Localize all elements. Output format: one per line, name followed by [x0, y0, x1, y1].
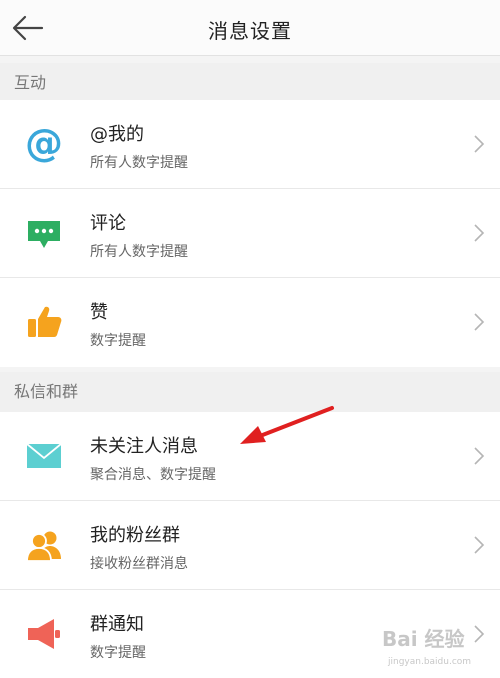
message-settings-screen: 消息设置 互动 @ @我的 所有人数字提醒 评论 所有人数字提醒 赞 数字提醒 …	[0, 0, 500, 678]
page-title: 消息设置	[208, 19, 292, 43]
settings-row-group-notifications[interactable]: 群通知 数字提醒	[0, 590, 500, 678]
section-header-interaction: 互动	[0, 63, 500, 103]
section-header-messages-groups: 私信和群	[0, 372, 500, 412]
row-subtitle: 数字提醒	[90, 333, 146, 349]
row-label: 群通知	[90, 614, 144, 635]
chevron-right-icon	[474, 536, 485, 554]
chevron-right-icon	[474, 135, 485, 153]
row-subtitle: 聚合消息、数字提醒	[90, 467, 216, 483]
svg-text:@: @	[25, 124, 63, 164]
row-label: 未关注人消息	[90, 436, 198, 457]
chevron-right-icon	[474, 224, 485, 242]
row-label: 评论	[90, 213, 126, 234]
top-bar: 消息设置	[0, 0, 500, 56]
settings-row-fan-groups[interactable]: 我的粉丝群 接收粉丝群消息	[0, 501, 500, 590]
row-label: 我的粉丝群	[90, 525, 180, 546]
row-label: 赞	[90, 302, 108, 323]
row-subtitle: 所有人数字提醒	[90, 244, 188, 260]
chevron-right-icon	[474, 625, 485, 643]
row-label: @我的	[90, 124, 144, 145]
settings-row-comments[interactable]: 评论 所有人数字提醒	[0, 189, 500, 278]
envelope-icon	[26, 443, 62, 468]
chevron-right-icon	[474, 313, 485, 331]
chevron-right-icon	[474, 447, 485, 465]
row-subtitle: 数字提醒	[90, 645, 146, 661]
row-subtitle: 接收粉丝群消息	[90, 556, 188, 572]
settings-row-likes[interactable]: 赞 数字提醒	[0, 278, 500, 367]
at-icon: @	[25, 124, 63, 164]
comment-icon	[28, 221, 60, 248]
speaker-icon	[28, 619, 60, 649]
settings-row-mentions[interactable]: @ @我的 所有人数字提醒	[0, 100, 500, 189]
fans-group-icon	[26, 531, 61, 562]
thumbs-up-icon	[28, 306, 62, 337]
settings-row-unfollowed-messages[interactable]: 未关注人消息 聚合消息、数字提醒	[0, 412, 500, 501]
row-subtitle: 所有人数字提醒	[90, 155, 188, 171]
